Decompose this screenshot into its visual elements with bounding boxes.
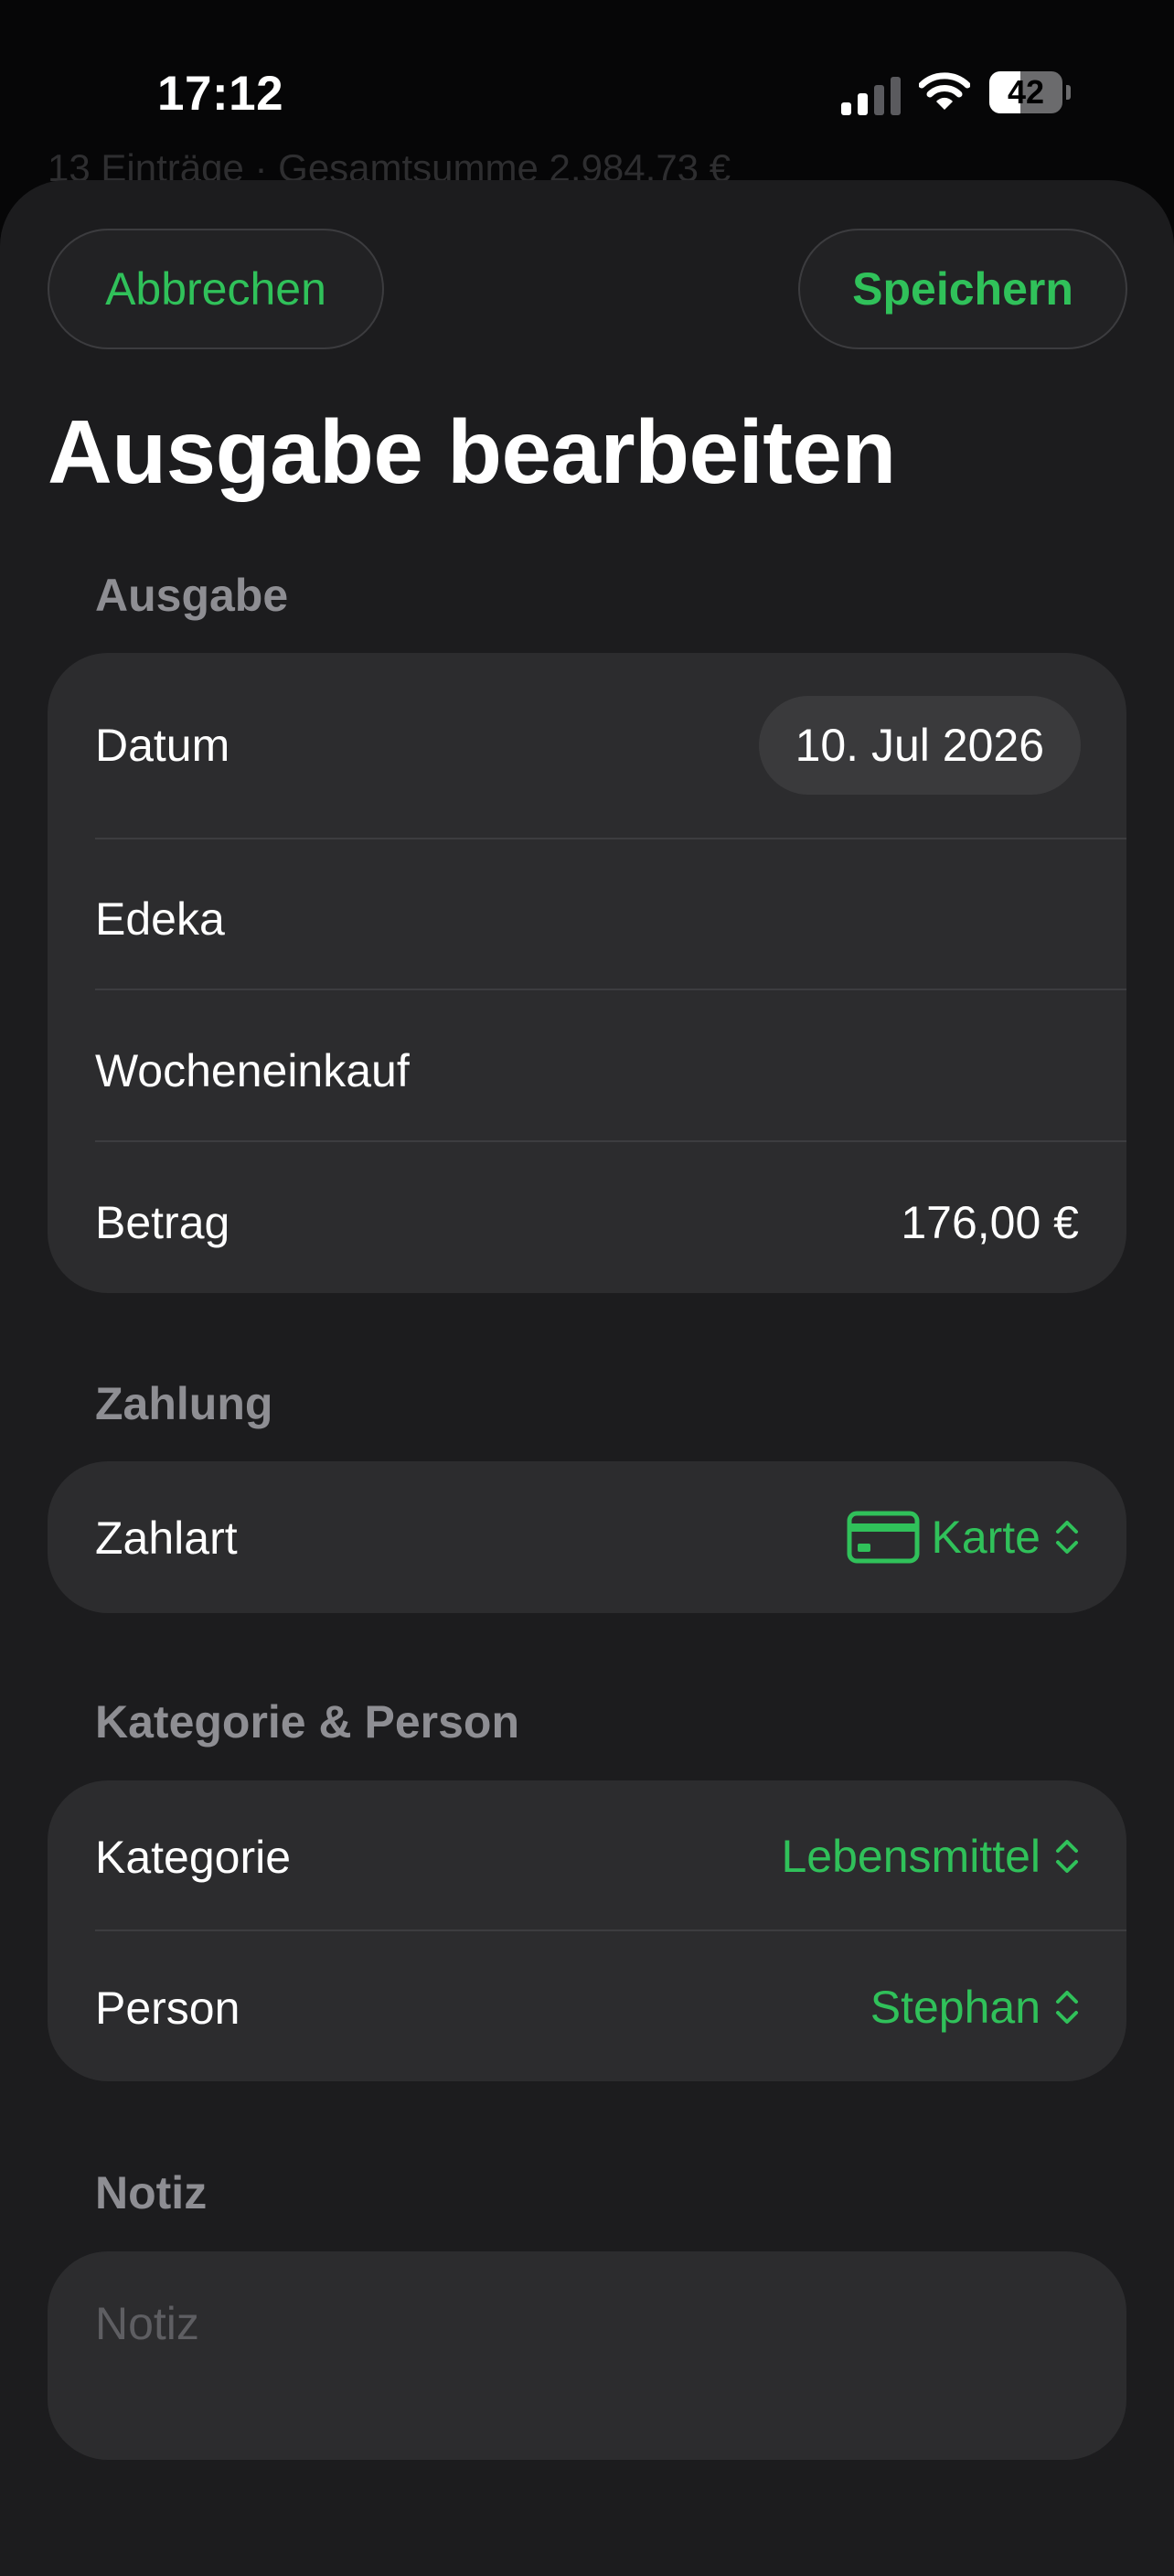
merchant-field[interactable]: Edeka <box>95 893 1079 946</box>
section-header-category-person: Kategorie & Person <box>95 1696 520 1748</box>
note-input[interactable]: Notiz <box>48 2251 1126 2460</box>
person-picker[interactable]: Stephan <box>870 1975 1081 2039</box>
divider <box>95 838 1126 839</box>
amount-label: Betrag <box>95 1197 230 1248</box>
save-button[interactable]: Speichern <box>798 229 1127 349</box>
battery-level: 42 <box>1007 73 1045 111</box>
section-header-note: Notiz <box>95 2167 208 2218</box>
status-time: 17:12 <box>157 67 284 121</box>
person-label: Person <box>95 1983 240 2034</box>
divider <box>95 1140 1126 1142</box>
person-value: Stephan <box>870 1982 1041 2033</box>
expense-card: Datum 10. Jul 2026 Edeka Wocheneinkauf B… <box>48 653 1126 1293</box>
page-title: Ausgabe bearbeiten <box>48 401 896 502</box>
description-field[interactable]: Wocheneinkauf <box>95 1044 1079 1097</box>
chevron-up-down-icon <box>1056 1991 1078 2024</box>
section-header-payment: Zahlung <box>95 1378 273 1429</box>
date-row: Datum 10. Jul 2026 <box>48 653 1126 838</box>
date-label: Datum <box>95 720 230 771</box>
payment-method-picker[interactable]: Karte <box>847 1505 1081 1569</box>
divider <box>95 989 1126 990</box>
category-label: Kategorie <box>95 1832 292 1883</box>
creditcard-icon <box>847 1511 920 1564</box>
category-value: Lebensmittel <box>781 1831 1041 1882</box>
cancel-button[interactable]: Abbrechen <box>48 229 384 349</box>
payment-method-label: Zahlart <box>95 1512 238 1564</box>
payment-card: Zahlart Karte <box>48 1461 1126 1613</box>
category-picker[interactable]: Lebensmittel <box>782 1824 1082 1888</box>
note-placeholder: Notiz <box>95 2298 199 2349</box>
payment-method-value: Karte <box>931 1512 1041 1563</box>
divider <box>95 1929 1126 1931</box>
category-person-card: Kategorie Lebensmittel Person Stephan <box>48 1780 1126 2081</box>
amount-field[interactable]: 176,00 € <box>901 1196 1079 1249</box>
cellular-signal-icon <box>841 77 902 115</box>
wifi-icon <box>919 72 970 110</box>
battery-icon: 42 <box>989 71 1072 113</box>
date-picker-button[interactable]: 10. Jul 2026 <box>758 696 1081 795</box>
section-header-expense: Ausgabe <box>95 570 289 621</box>
chevron-up-down-icon <box>1056 1840 1078 1873</box>
chevron-up-down-icon <box>1056 1521 1078 1554</box>
